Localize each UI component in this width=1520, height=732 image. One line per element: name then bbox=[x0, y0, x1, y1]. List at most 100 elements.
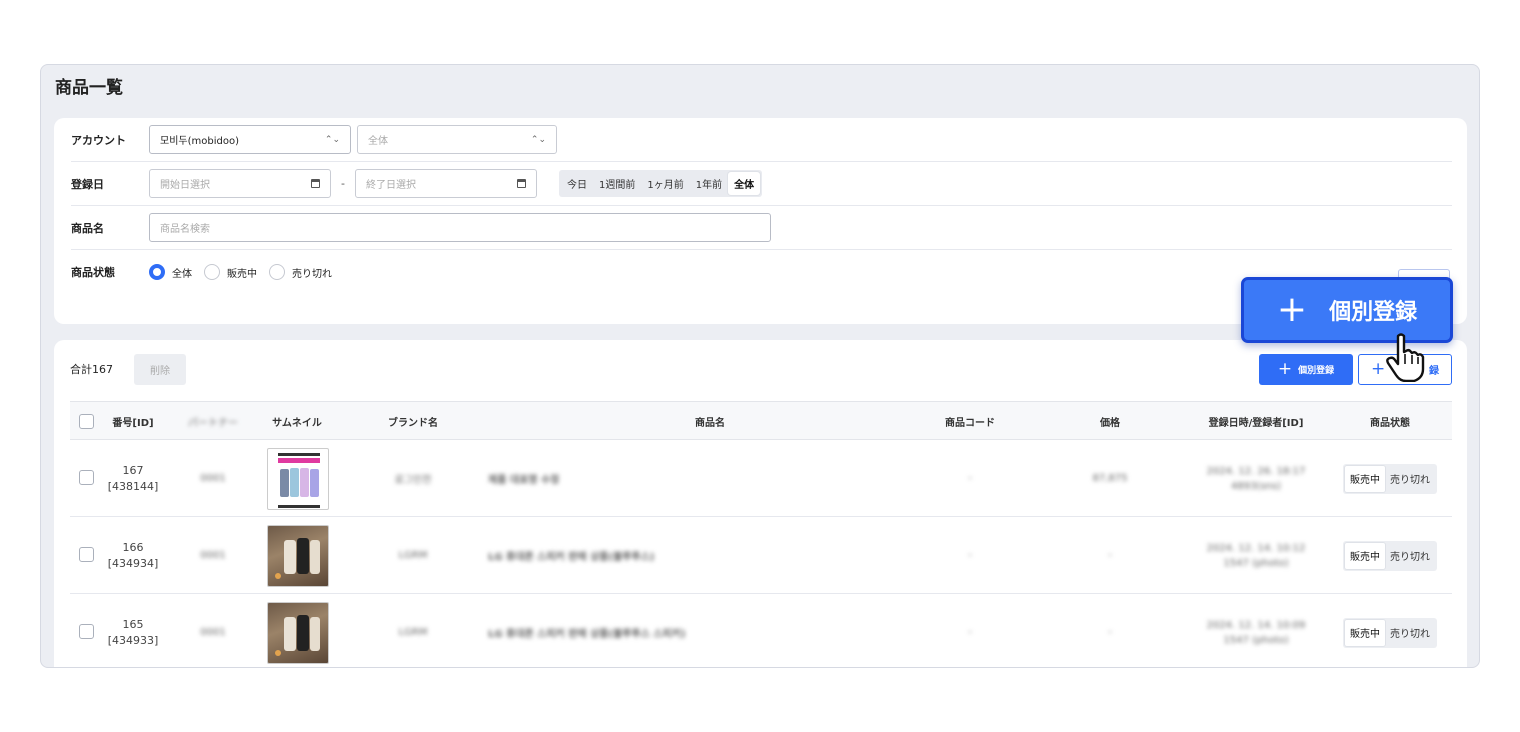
row-partner: 0001 bbox=[200, 627, 226, 638]
row-date: 2024. 12. 26. 18:17 bbox=[1206, 465, 1306, 477]
sub-account-select-value: 全体 bbox=[368, 136, 388, 147]
row-status: 販売中 売り切れ bbox=[1332, 594, 1448, 667]
row-status: 販売中 売り切れ bbox=[1332, 517, 1448, 594]
status-radio-all[interactable]: 全体 bbox=[149, 264, 192, 280]
status-toggle: 販売中 売り切れ bbox=[1343, 540, 1437, 571]
status-toggle: 販売中 売り切れ bbox=[1343, 617, 1437, 648]
range-week[interactable]: 1週間前 bbox=[593, 172, 641, 195]
end-date-placeholder: 終了日選択 bbox=[366, 180, 416, 191]
status-soldout-button[interactable]: 売り切れ bbox=[1385, 543, 1435, 569]
row-product-name[interactable]: LG 휴대폰 스피커 판매 상품(블루투스) bbox=[488, 517, 688, 594]
row-brand: 로그인전 bbox=[394, 475, 432, 486]
pointer-hand-icon bbox=[1386, 333, 1425, 382]
range-year[interactable]: 1年前 bbox=[690, 172, 728, 195]
row-product-id: [434934] bbox=[107, 556, 159, 570]
filter-row-account: アカウント 모비두(mobidoo) ⌃⌄ 全体 ⌃⌄ bbox=[71, 118, 1452, 162]
row-reg-date: 2024. 12. 14. 10:09 1547 (photo) bbox=[1190, 594, 1322, 667]
register-button[interactable]: + 個別登録 bbox=[1259, 354, 1353, 385]
row-user: 1547 (photo) bbox=[1223, 634, 1289, 646]
date-separator: - bbox=[341, 177, 345, 190]
row-product-id: [438144] bbox=[107, 479, 159, 493]
status-label: 商品状態 bbox=[71, 266, 115, 279]
calendar-icon bbox=[517, 179, 526, 188]
row-id: 167 [438144] bbox=[104, 440, 162, 517]
chevron-updown-icon: ⌃⌄ bbox=[324, 134, 340, 145]
row-number: 166 bbox=[122, 540, 144, 554]
col-id: 番号[ID] bbox=[112, 418, 154, 429]
range-month[interactable]: 1ヶ月前 bbox=[641, 172, 689, 195]
status-selling-button[interactable]: 販売中 bbox=[1345, 619, 1385, 646]
row-reg-date: 2024. 12. 14. 10:12 1547 (photo) bbox=[1190, 517, 1322, 594]
col-product-code: 商品コード bbox=[945, 418, 995, 429]
product-table: 番号[ID] パートナー サムネイル ブランド名 商品名 商品コード 価格 登録… bbox=[70, 401, 1452, 667]
row-partner: 0001 bbox=[200, 550, 226, 561]
col-product-name: 商品名 bbox=[695, 418, 725, 429]
status-radio-all-label: 全体 bbox=[172, 268, 192, 280]
col-brand: ブランド名 bbox=[388, 418, 438, 429]
col-reg-date: 登録日時/登録者[ID] bbox=[1208, 418, 1304, 429]
row-thumbnail[interactable] bbox=[266, 440, 330, 517]
row-brand: LGRM bbox=[398, 550, 428, 561]
page-title: 商品一覧 bbox=[55, 78, 123, 98]
select-all-checkbox[interactable] bbox=[79, 414, 94, 429]
account-select-value: 모비두(mobidoo) bbox=[160, 136, 239, 147]
row-thumbnail[interactable] bbox=[266, 517, 330, 594]
table-header: 番号[ID] パートナー サムネイル ブランド名 商品名 商品コード 価格 登録… bbox=[70, 401, 1452, 440]
status-radio-soldout[interactable]: 売り切れ bbox=[269, 264, 332, 280]
row-user: 1547 (photo) bbox=[1223, 557, 1289, 569]
calendar-icon bbox=[311, 179, 320, 188]
register-button-label: 個別登録 bbox=[1298, 366, 1335, 376]
sub-account-select[interactable]: 全体 ⌃⌄ bbox=[357, 125, 557, 154]
row-reg-date: 2024. 12. 26. 18:17 4893(sns) bbox=[1190, 440, 1322, 517]
row-id: 165 [434933] bbox=[104, 594, 162, 667]
row-checkbox[interactable] bbox=[79, 470, 94, 485]
status-selling-button[interactable]: 販売中 bbox=[1345, 542, 1385, 569]
speaker-thumbnail-image bbox=[267, 524, 329, 587]
date-range-segment: 今日 1週間前 1ヶ月前 1年前 全体 bbox=[559, 170, 763, 197]
row-checkbox[interactable] bbox=[79, 547, 94, 562]
end-date-input[interactable]: 終了日選択 bbox=[355, 169, 537, 198]
row-brand: LGRM bbox=[398, 627, 428, 638]
product-list-panel: 商品一覧 アカウント 모비두(mobidoo) ⌃⌄ 全体 ⌃⌄ 登録日 開始日… bbox=[40, 64, 1480, 668]
phone-thumbnail-graphic bbox=[278, 452, 320, 508]
delete-button[interactable]: 削除 bbox=[134, 354, 186, 385]
status-soldout-button[interactable]: 売り切れ bbox=[1385, 466, 1435, 492]
list-card: 合計167 削除 + 個別登録 + 録 番号[ID] パートナー サムネイル ブ… bbox=[54, 340, 1467, 667]
phone-thumbnail-image bbox=[267, 447, 329, 510]
row-partner: 0001 bbox=[200, 473, 226, 484]
start-date-input[interactable]: 開始日選択 bbox=[149, 169, 331, 198]
speaker-thumbnail-image bbox=[267, 601, 329, 664]
product-name-label: 商品名 bbox=[71, 221, 104, 235]
range-all[interactable]: 全体 bbox=[728, 172, 761, 195]
row-product-name[interactable]: 제품 대표명 수정 bbox=[488, 440, 628, 517]
row-status: 販売中 売り切れ bbox=[1332, 440, 1448, 517]
reg-date-label: 登録日 bbox=[71, 177, 104, 191]
range-today[interactable]: 今日 bbox=[561, 172, 593, 195]
total-count: 合計167 bbox=[70, 363, 113, 376]
row-price: - bbox=[1108, 627, 1112, 638]
status-radio-soldout-label: 売り切れ bbox=[292, 268, 332, 280]
row-thumbnail[interactable] bbox=[266, 594, 330, 667]
row-product-code: - bbox=[968, 627, 972, 638]
row-product-name[interactable]: LG 휴대폰 스피커 판매 상품(블루투스 스피커) bbox=[488, 594, 688, 667]
col-status: 商品状態 bbox=[1370, 418, 1410, 429]
status-radio-selling-label: 販売中 bbox=[227, 268, 257, 280]
filter-row-date: 登録日 開始日選択 - 終了日選択 今日 1週間前 1ヶ月前 1年前 全体 bbox=[71, 162, 1452, 206]
account-label: アカウント bbox=[71, 133, 126, 147]
status-radio-selling[interactable]: 販売中 bbox=[204, 264, 257, 280]
row-date: 2024. 12. 14. 10:12 bbox=[1206, 542, 1306, 554]
register-callout-label: 個別登録 bbox=[1329, 300, 1418, 325]
row-checkbox[interactable] bbox=[79, 624, 94, 639]
status-selling-button[interactable]: 販売中 bbox=[1345, 465, 1385, 492]
table-row[interactable]: 167 [438144] 0001 로그인전 제품 대표명 수정 - 87,87… bbox=[70, 440, 1452, 517]
row-number: 165 bbox=[122, 617, 144, 631]
status-soldout-button[interactable]: 売り切れ bbox=[1385, 620, 1435, 646]
product-name-search-input[interactable]: 商品名検索 bbox=[149, 213, 771, 242]
account-select[interactable]: 모비두(mobidoo) ⌃⌄ bbox=[149, 125, 351, 154]
status-toggle: 販売中 売り切れ bbox=[1343, 463, 1437, 494]
table-row[interactable]: 166 [434934] 0001 LGRM LG 휴대폰 스피커 판매 상품(… bbox=[70, 517, 1452, 594]
chevron-updown-icon: ⌃⌄ bbox=[530, 134, 546, 145]
col-partner: パートナー bbox=[188, 418, 238, 429]
speaker-thumbnail-graphic bbox=[275, 537, 320, 579]
table-row[interactable]: 165 [434933] 0001 LGRM LG 휴대폰 스피커 판매 상품(… bbox=[70, 594, 1452, 667]
